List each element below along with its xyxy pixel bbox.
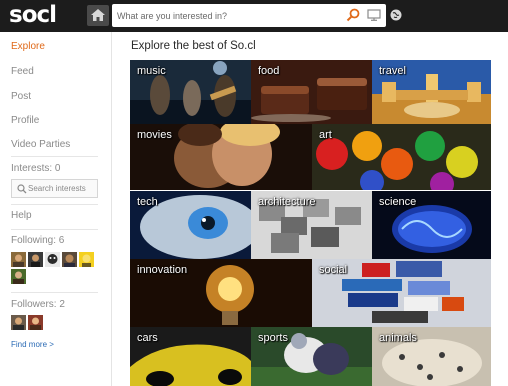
tile-label: art [319,129,332,141]
home-icon [91,9,105,21]
avatar[interactable] [11,269,26,284]
art-image [312,124,491,190]
tile-food[interactable]: food [251,60,372,124]
avatar[interactable] [28,252,43,267]
tile-music[interactable]: music [130,60,251,124]
tile-science[interactable]: science [372,191,491,259]
tile-label: innovation [137,264,188,276]
tile-social[interactable]: social [312,259,491,327]
divider [11,292,98,293]
divider [11,156,98,157]
avatar[interactable] [11,252,26,267]
monitor-icon[interactable] [367,9,381,21]
interests-count[interactable]: Interests: 0 [11,163,60,174]
avatar[interactable] [79,252,94,267]
nav-post[interactable]: Post [11,91,31,102]
search-box [112,4,386,27]
tile-label: architecture [258,196,316,208]
search-interests-input[interactable] [28,181,96,196]
search-input[interactable] [117,6,339,25]
tile-travel[interactable]: travel [372,60,491,124]
nav-video-parties[interactable]: Video Parties [11,139,70,150]
tile-label: animals [379,332,417,344]
following-count[interactable]: Following: 6 [11,235,64,246]
interests-search [11,179,98,198]
find-more-link[interactable]: Find more > [11,340,54,349]
tile-art[interactable]: art [312,124,491,190]
home-button[interactable] [87,5,109,26]
nav-explore[interactable]: Explore [11,41,45,52]
tile-label: science [379,196,417,208]
divider [11,204,98,205]
avatar[interactable] [11,315,26,330]
sidebar: Explore Feed Post Profile Video Parties … [0,32,112,386]
tile-movies[interactable]: movies [130,124,312,190]
followers-count[interactable]: Followers: 2 [11,299,65,310]
page-title: Explore the best of So.cl [131,40,256,52]
tile-label: travel [379,65,406,77]
tile-cars[interactable]: cars [130,327,251,386]
search-icon[interactable] [346,8,360,22]
tile-tech[interactable]: tech [130,191,251,259]
tile-architecture[interactable]: architecture [251,191,372,259]
nav-help[interactable]: Help [11,210,32,221]
avatar[interactable] [45,252,60,267]
tile-animals[interactable]: animals [372,327,491,386]
tile-label: movies [137,129,172,141]
tile-label: food [258,65,280,77]
tile-innovation[interactable]: innovation [130,259,312,327]
tile-label: cars [137,332,158,344]
nav-feed[interactable]: Feed [11,66,34,77]
search-icon [17,184,27,194]
tile-label: tech [137,196,158,208]
top-bar: socl [0,0,508,32]
tile-sports[interactable]: sports [251,327,372,386]
tile-label: sports [258,332,288,344]
avatar[interactable] [28,315,43,330]
nav-profile[interactable]: Profile [11,115,39,126]
globe-icon[interactable] [390,9,402,21]
tile-label: social [319,264,348,276]
tile-label: music [137,65,166,77]
divider [11,229,98,230]
socl-logo[interactable]: socl [9,2,57,28]
avatar[interactable] [62,252,77,267]
